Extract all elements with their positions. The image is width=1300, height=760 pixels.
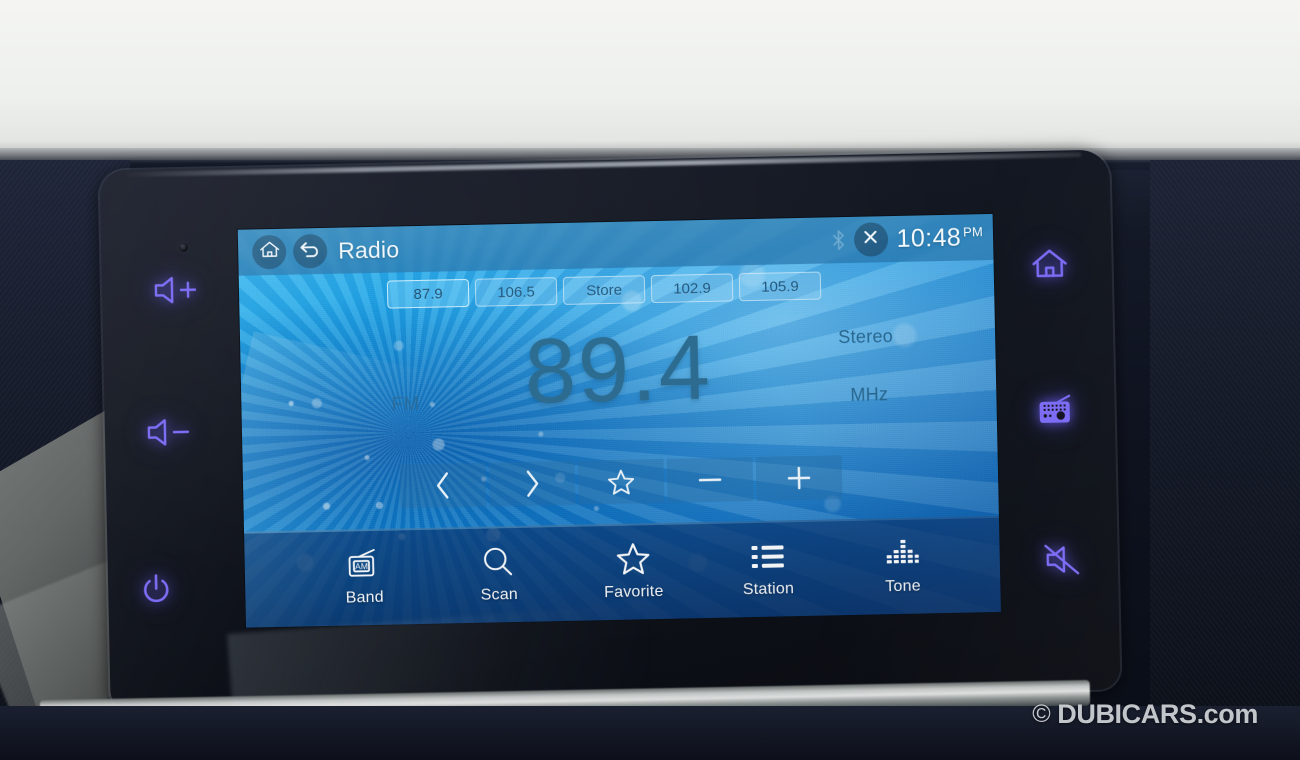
- equalizer-icon: [885, 536, 920, 571]
- nav-item-tone[interactable]: Tone: [835, 535, 971, 597]
- copyright-symbol: ©: [1032, 700, 1051, 728]
- bezel-home-button[interactable]: [1027, 244, 1072, 283]
- power-icon: [139, 572, 174, 607]
- search-icon: [482, 545, 516, 580]
- nav-label: Station: [742, 579, 795, 598]
- nav-label: Scan: [480, 585, 519, 604]
- bezel-radio-button[interactable]: [1032, 390, 1077, 431]
- home-icon: [258, 240, 279, 264]
- infotainment-screen[interactable]: Radio 10:48 PM 87.9 106.5 Store 102.9 10…: [237, 213, 1001, 628]
- clock: 10:48 PM: [896, 223, 983, 254]
- screen-back-button[interactable]: [292, 233, 328, 269]
- frequency-unit: MHz: [850, 384, 889, 405]
- bottom-nav-bar: AM Band Scan Favorite Station Tone: [244, 515, 1001, 628]
- list-icon: [750, 539, 785, 574]
- nav-item-station[interactable]: Station: [700, 538, 836, 600]
- watermark-text: DUBICARS.com: [1057, 699, 1258, 729]
- plus-icon: [784, 465, 813, 492]
- preset-button[interactable]: 105.9: [738, 271, 822, 302]
- tuner-controls: [399, 455, 842, 509]
- clock-time: 10:48: [896, 223, 962, 253]
- preset-label: 87.9: [413, 284, 443, 303]
- preset-button[interactable]: 102.9: [650, 273, 734, 304]
- dashboard-photo: Radio 10:48 PM 87.9 106.5 Store 102.9 10…: [0, 0, 1300, 760]
- nav-label: Favorite: [603, 582, 664, 601]
- windshield-background: [0, 0, 1300, 160]
- clock-ampm: PM: [962, 223, 984, 240]
- tune-up-button[interactable]: [488, 460, 576, 507]
- chevron-right-icon: [520, 468, 543, 498]
- store-button[interactable]: Store: [562, 275, 646, 305]
- speaker-minus-icon: [145, 417, 198, 448]
- nav-item-favorite[interactable]: Favorite: [566, 541, 702, 603]
- volume-down-button[interactable]: [143, 415, 200, 450]
- light-sensor: [178, 242, 189, 252]
- screen-home-button[interactable]: [251, 234, 287, 270]
- head-unit-bezel: Radio 10:48 PM 87.9 106.5 Store 102.9 10…: [99, 149, 1121, 724]
- star-icon: [615, 542, 651, 577]
- app-title: Radio: [337, 235, 400, 264]
- seek-up-button[interactable]: [755, 455, 842, 501]
- radio-icon: [1034, 393, 1075, 428]
- speaker-mute-icon: [1042, 543, 1083, 576]
- preset-label: 102.9: [673, 279, 711, 298]
- status-right-group: 10:48 PM: [831, 220, 983, 257]
- favorite-button[interactable]: [577, 458, 665, 505]
- mute-button[interactable]: [1039, 540, 1086, 579]
- preset-label: Store: [585, 281, 623, 299]
- svg-text:AM: AM: [355, 560, 368, 570]
- nav-label: Band: [345, 588, 384, 607]
- close-icon: [862, 228, 879, 250]
- nav-item-scan[interactable]: Scan: [431, 543, 567, 605]
- bluetooth-icon: [831, 230, 844, 251]
- back-arrow-icon: [298, 239, 322, 264]
- speaker-plus-icon: [152, 274, 205, 305]
- close-button[interactable]: [853, 222, 888, 257]
- dash-panel-right: [1150, 160, 1300, 760]
- star-icon: [606, 468, 635, 496]
- nav-label: Tone: [885, 577, 921, 595]
- preset-label: 106.5: [497, 283, 536, 301]
- tune-down-button[interactable]: [399, 462, 487, 509]
- power-button[interactable]: [134, 569, 179, 610]
- watermark: © DUBICARS.com: [1032, 699, 1258, 730]
- minus-icon: [695, 467, 724, 494]
- seek-down-button[interactable]: [666, 457, 754, 503]
- preset-label: 105.9: [761, 277, 799, 296]
- nav-item-band[interactable]: AM Band: [296, 546, 432, 608]
- am-radio-icon: AM: [346, 547, 383, 582]
- home-icon: [1030, 246, 1069, 281]
- preset-button[interactable]: 106.5: [474, 277, 558, 307]
- volume-up-button[interactable]: [150, 272, 207, 307]
- chevron-left-icon: [431, 470, 454, 500]
- stereo-indicator: Stereo: [838, 326, 894, 348]
- preset-button[interactable]: 87.9: [386, 278, 470, 309]
